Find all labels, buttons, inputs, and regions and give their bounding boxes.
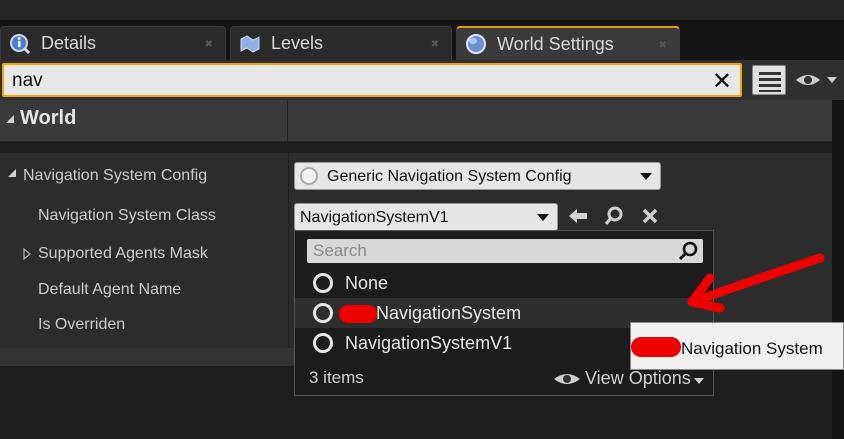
tab-bar: Details ✖ Levels ✖ World Settings ✖ — [0, 0, 844, 60]
class-picker-dropdown: None NavigationSystem NavigationSystemV1… — [294, 230, 714, 396]
arrow-left-icon — [569, 209, 587, 223]
levels-icon — [239, 33, 261, 55]
radio-icon — [313, 303, 333, 323]
browse-button[interactable] — [602, 205, 626, 227]
search-input[interactable] — [12, 68, 712, 94]
tab-details[interactable]: Details ✖ — [0, 26, 226, 60]
clear-search-icon[interactable]: ✕ — [712, 67, 732, 96]
property-matrix-button[interactable] — [752, 65, 786, 95]
tab-label: World Settings — [497, 33, 614, 54]
combo-value: NavigationSystemV1 — [300, 209, 449, 226]
chevron-down-icon — [694, 378, 704, 384]
chevron-down-icon — [640, 173, 652, 180]
tab-label: Details — [41, 33, 97, 53]
eye-icon — [554, 374, 580, 384]
option-label: None — [345, 273, 389, 293]
item-count: 3 items — [309, 368, 364, 387]
clear-button[interactable] — [638, 205, 662, 227]
view-options-link[interactable]: View Options — [585, 368, 691, 389]
option-label: NavigationSystem — [376, 303, 522, 323]
use-selected-button[interactable] — [566, 205, 590, 227]
close-icon — [642, 208, 658, 224]
tab-world-settings[interactable]: World Settings ✖ — [456, 26, 680, 60]
details-search[interactable]: ✕ — [2, 63, 742, 97]
chevron-down-icon — [537, 214, 549, 221]
close-icon[interactable]: ✖ — [205, 39, 213, 50]
is-overriden-label: Is Overriden — [38, 316, 126, 333]
view-options-button[interactable] — [794, 68, 840, 92]
category-label: World — [20, 107, 77, 129]
radio-icon — [313, 333, 333, 353]
class-icon — [300, 167, 318, 185]
annotation-arrow — [687, 253, 825, 313]
close-icon[interactable]: ✖ — [431, 39, 439, 50]
collapse-triangle-icon — [6, 115, 14, 123]
class-search-input[interactable] — [313, 240, 673, 262]
class-picker-search[interactable] — [307, 239, 703, 263]
default-agent-name-label: Default Agent Name — [38, 281, 182, 298]
nav-system-class-combo[interactable]: NavigationSystemV1 — [294, 203, 558, 231]
class-option-none[interactable]: None — [295, 268, 713, 298]
nav-system-config-combo[interactable]: Generic Navigation System Config — [294, 162, 661, 190]
scrollbar[interactable] — [832, 100, 844, 439]
column-divider — [287, 100, 288, 142]
eye-icon — [796, 75, 837, 85]
globe-icon — [465, 33, 487, 55]
column-splitter[interactable] — [288, 153, 289, 348]
option-label: NavigationSystemV1 — [345, 333, 513, 353]
supported-agents-mask-label: Supported Agents Mask — [38, 245, 208, 262]
tooltip-text: Navigation System — [681, 339, 823, 358]
tab-levels[interactable]: Levels ✖ — [230, 26, 452, 60]
redaction-mark — [339, 305, 377, 323]
nav-system-class-label: Navigation System Class — [38, 207, 216, 224]
list-icon — [759, 72, 781, 75]
expand-arrow-icon[interactable] — [22, 247, 32, 261]
combo-value: Generic Navigation System Config — [327, 168, 572, 185]
tab-label: Levels — [271, 33, 324, 53]
title-strip — [0, 0, 844, 20]
search-row: ✕ — [0, 60, 844, 100]
info-icon — [9, 33, 31, 55]
redaction-mark — [631, 337, 681, 357]
category-world[interactable]: World — [0, 100, 832, 142]
close-icon[interactable]: ✖ — [659, 40, 667, 51]
nav-system-config-label: Navigation System Config — [23, 167, 208, 184]
search-icon — [604, 206, 623, 225]
expand-triangle-icon[interactable] — [6, 167, 18, 179]
radio-icon — [313, 273, 333, 293]
class-tooltip: Navigation System — [630, 322, 844, 370]
